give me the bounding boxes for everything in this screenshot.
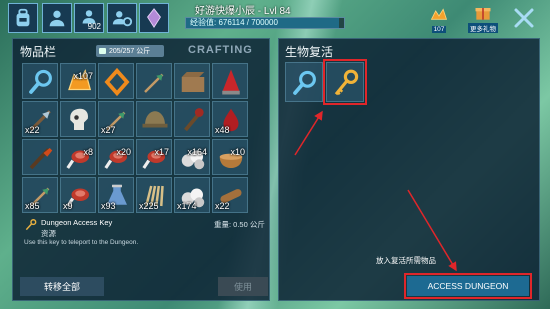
inventory-slot[interactable]: x93: [98, 177, 134, 213]
bag-icon: [99, 48, 106, 54]
key-slot-highlight: [323, 59, 367, 105]
place-items-hint: 放入复活所需物品: [376, 256, 436, 265]
settings-tab-button[interactable]: [107, 3, 137, 33]
backpack-icon: [16, 8, 30, 27]
inventory-slot[interactable]: x164: [174, 139, 210, 175]
selected-item-type: 资源: [41, 229, 56, 238]
inventory-slot[interactable]: x22: [212, 177, 248, 213]
inventory-slot[interactable]: x107: [60, 63, 96, 99]
club-icon: [29, 147, 53, 170]
tribe-tab-button[interactable]: 902: [74, 3, 104, 33]
crate-icon: [181, 72, 205, 92]
selected-item-description: Use this key to teleport to the Dungeon.: [24, 239, 139, 246]
inventory-slot[interactable]: x8: [60, 139, 96, 175]
skull-icon: [70, 108, 88, 130]
item-quantity: x93: [101, 201, 116, 211]
close-icon[interactable]: [512, 6, 536, 30]
fire-frame-icon: [104, 67, 130, 97]
inventory-slot[interactable]: x9: [60, 177, 96, 213]
inventory-slot[interactable]: x10: [212, 139, 248, 175]
item-quantity: x174: [177, 201, 197, 211]
inventory-slot[interactable]: x85: [22, 177, 58, 213]
inventory-slot[interactable]: [98, 63, 134, 99]
item-quantity: x22: [215, 201, 230, 211]
torch-icon: [184, 108, 204, 132]
player-count: 902: [87, 22, 101, 31]
red-cone-icon: [222, 69, 240, 95]
item-quantity: x22: [25, 125, 40, 135]
item-quantity: x10: [230, 147, 245, 157]
xp-text: 经验值: 676114 / 700000: [190, 18, 278, 27]
inventory-slot[interactable]: x20: [98, 139, 134, 175]
item-quantity: x85: [25, 201, 40, 211]
crystal-icon: [147, 8, 161, 29]
top-bar: 902 好游快爆小辰 - Lvl 84 经验值: 676114 / 700000…: [0, 0, 550, 36]
item-quantity: x107: [73, 71, 93, 81]
key-icon: [25, 219, 37, 231]
item-quantity: x20: [116, 147, 131, 157]
tab-crafting[interactable]: CRAFTING: [188, 44, 253, 56]
inventory-slot[interactable]: [174, 63, 210, 99]
magnifier-icon: [29, 69, 52, 94]
character-tab-button[interactable]: [42, 3, 72, 33]
item-quantity: x164: [187, 147, 207, 157]
amber-count: 107: [431, 26, 447, 33]
resurrection-slot-magnifier[interactable]: [285, 62, 323, 102]
inventory-slot[interactable]: x48: [212, 101, 248, 137]
inventory-title: 物品栏: [20, 45, 57, 59]
inventory-slot[interactable]: [174, 101, 210, 137]
inventory-slot[interactable]: [136, 101, 172, 137]
inventory-slot[interactable]: [60, 101, 96, 137]
amber-currency[interactable]: 107: [424, 3, 454, 33]
selected-item-weight: 重量: 0.50 公斤: [214, 220, 265, 229]
access-button-highlight: [404, 273, 532, 299]
level-title: 好游快爆小辰 - Lvl 84: [195, 6, 291, 17]
inventory-slot[interactable]: x174: [174, 177, 210, 213]
specialization-tab-button[interactable]: [139, 3, 169, 33]
item-quantity: x225: [139, 201, 159, 211]
magnifier-icon: [293, 70, 316, 95]
transfer-all-button[interactable]: 转移全部: [20, 277, 104, 296]
use-button[interactable]: 使用: [218, 277, 268, 296]
item-quantity: x9: [63, 201, 73, 211]
amber-icon: [430, 8, 448, 20]
inventory-slot[interactable]: x17: [136, 139, 172, 175]
inventory-slot[interactable]: x27: [98, 101, 134, 137]
inventory-slot[interactable]: [22, 63, 58, 99]
item-quantity: x8: [83, 147, 93, 157]
person-icon: [49, 10, 65, 27]
gift-button[interactable]: 更多礼物: [468, 3, 498, 33]
gift-icon: [475, 8, 491, 20]
arrow-icon: [144, 73, 164, 93]
inventory-slot[interactable]: [212, 63, 248, 99]
inventory-slot[interactable]: x22: [22, 101, 58, 137]
inventory-slot[interactable]: [22, 139, 58, 175]
resurrection-title: 生物复活: [285, 45, 334, 59]
item-quantity: x27: [101, 125, 116, 135]
gift-label: 更多礼物: [468, 23, 498, 33]
inventory-tab-button[interactable]: [8, 3, 38, 33]
xp-bar: 经验值: 676114 / 700000: [185, 17, 345, 29]
inventory-slot[interactable]: [136, 63, 172, 99]
inventory-slot[interactable]: x225: [136, 177, 172, 213]
weight-capacity: 205/257 公斤: [96, 45, 164, 57]
gear-person-icon: [112, 11, 133, 27]
item-quantity: x17: [154, 147, 169, 157]
helmet-icon: [142, 111, 168, 128]
capacity-text: 205/257 公斤: [109, 48, 151, 55]
selected-item-name: Dungeon Access Key: [41, 218, 113, 227]
item-quantity: x48: [215, 125, 230, 135]
